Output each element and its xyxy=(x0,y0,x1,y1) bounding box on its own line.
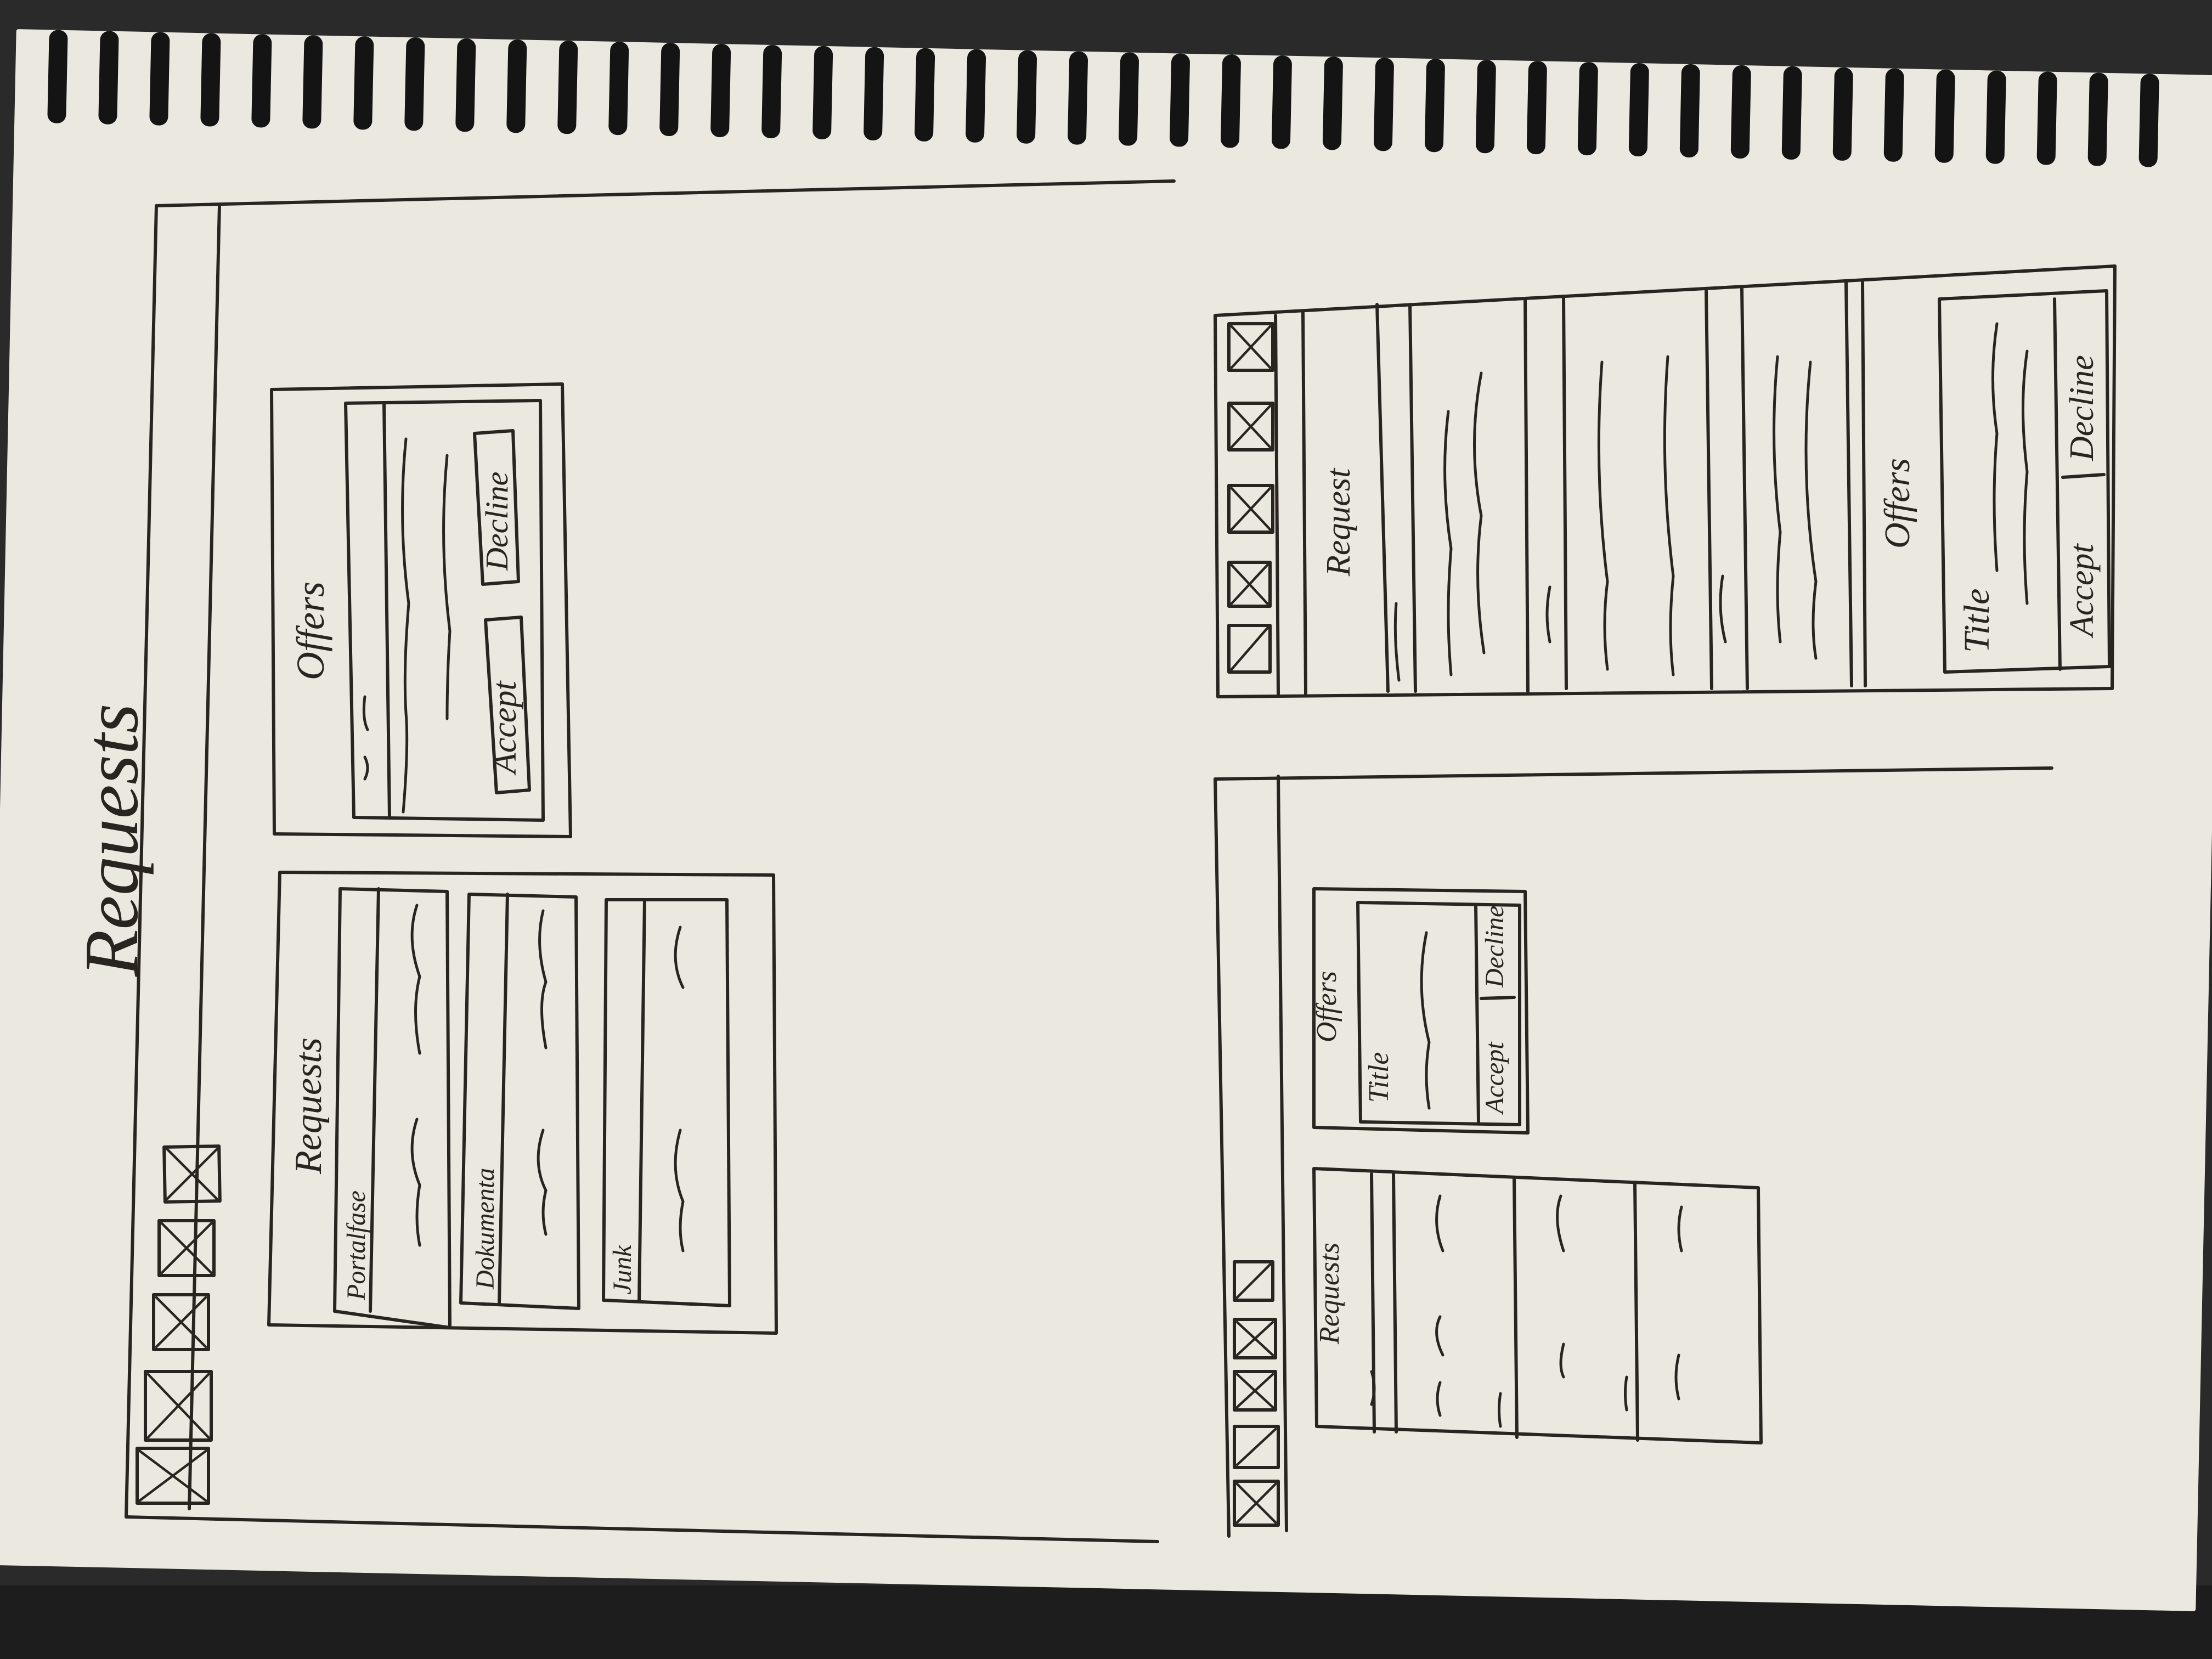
offer-card-title: Title xyxy=(1957,589,1997,653)
placeholder-icon[interactable] xyxy=(144,1370,213,1442)
placeholder-icon[interactable] xyxy=(1233,1318,1277,1359)
offers-panel: Offers Title Accept Decline xyxy=(1311,887,1530,1135)
placeholder-icon[interactable] xyxy=(1233,1425,1280,1469)
placeholder-icon[interactable] xyxy=(162,1144,222,1204)
placeholder-icon[interactable] xyxy=(1227,322,1274,372)
offers-panel: Offers Accept Decline xyxy=(270,382,572,838)
decline-button[interactable]: Decline xyxy=(1480,906,1509,988)
placeholder-icon[interactable] xyxy=(1233,1480,1280,1527)
accept-button-label: Accept xyxy=(1480,1041,1509,1115)
accept-button[interactable]: Accept xyxy=(1480,1041,1509,1115)
requests-label: Requests xyxy=(1314,1243,1345,1345)
sidebar-icons xyxy=(136,1144,222,1505)
request-row[interactable] xyxy=(1443,371,1486,676)
requests-list: Requests xyxy=(1312,1167,1763,1444)
placeholder-icon[interactable] xyxy=(157,1219,216,1277)
accept-button[interactable]: Accept xyxy=(2063,543,2101,639)
request-column[interactable]: Junk xyxy=(602,898,731,1307)
request-tab-label: Junk xyxy=(608,1244,637,1295)
decline-button-label: Decline xyxy=(2063,355,2101,461)
request-row[interactable] xyxy=(1624,1205,1683,1412)
decline-button-label: Decline xyxy=(1480,906,1509,988)
sidebar-icons xyxy=(1233,1260,1280,1527)
top-icons xyxy=(1227,314,1280,696)
request-column[interactable]: Portalfase xyxy=(333,887,452,1329)
offer-card-title: Title xyxy=(1363,1052,1395,1103)
requests-panel: Requests Portalfase Dokumenta Junk xyxy=(267,871,778,1335)
placeholder-icon[interactable] xyxy=(152,1293,210,1351)
requests-list xyxy=(1375,281,1867,693)
requests-panel-title: Requests xyxy=(287,1037,330,1175)
decline-button[interactable]: Decline xyxy=(2063,355,2101,461)
request-tab-label: Dokumenta xyxy=(471,1168,500,1290)
placeholder-icon[interactable] xyxy=(1233,1370,1277,1412)
offers-panel: Offers Title Accept Decline xyxy=(1877,289,2111,674)
offers-panel-title: Offers xyxy=(1877,458,1917,549)
accept-button-label: Accept xyxy=(2063,543,2101,639)
accept-button-label: Accept xyxy=(486,680,523,776)
placeholder-icon[interactable] xyxy=(1233,1260,1274,1302)
placeholder-icon[interactable] xyxy=(1227,624,1272,674)
request-column[interactable]: Dokumenta xyxy=(459,893,580,1310)
accept-button[interactable]: Accept xyxy=(484,616,531,794)
decline-button-label: Decline xyxy=(479,472,515,571)
phone-sketch: Request Offers Title Accept Decline xyxy=(1214,264,2117,698)
placeholder-icon[interactable] xyxy=(136,1447,210,1505)
request-row[interactable] xyxy=(1498,1194,1565,1428)
offers-panel-title: Offers xyxy=(289,582,332,680)
request-row[interactable] xyxy=(1719,355,1818,660)
tablet-sketch: Requests Offers Title Accept Decline xyxy=(1214,766,2053,1538)
desktop-sketch: Requests Portalfase Dokumenta Junk Offer… xyxy=(125,179,1176,1543)
placeholder-icon[interactable] xyxy=(1227,561,1272,608)
request-tab-label: Portalfase xyxy=(342,1190,371,1301)
placeholder-icon[interactable] xyxy=(1227,402,1274,452)
placeholder-icon[interactable] xyxy=(1227,484,1274,534)
decline-button[interactable]: Decline xyxy=(473,429,520,586)
wireframe-sketches: Requests Requests Portalfase Dokumenta J… xyxy=(69,179,2117,1543)
requests-label: Request xyxy=(1320,467,1357,577)
offers-panel-title: Offers xyxy=(1311,971,1342,1042)
request-row[interactable] xyxy=(1435,1194,1444,1417)
